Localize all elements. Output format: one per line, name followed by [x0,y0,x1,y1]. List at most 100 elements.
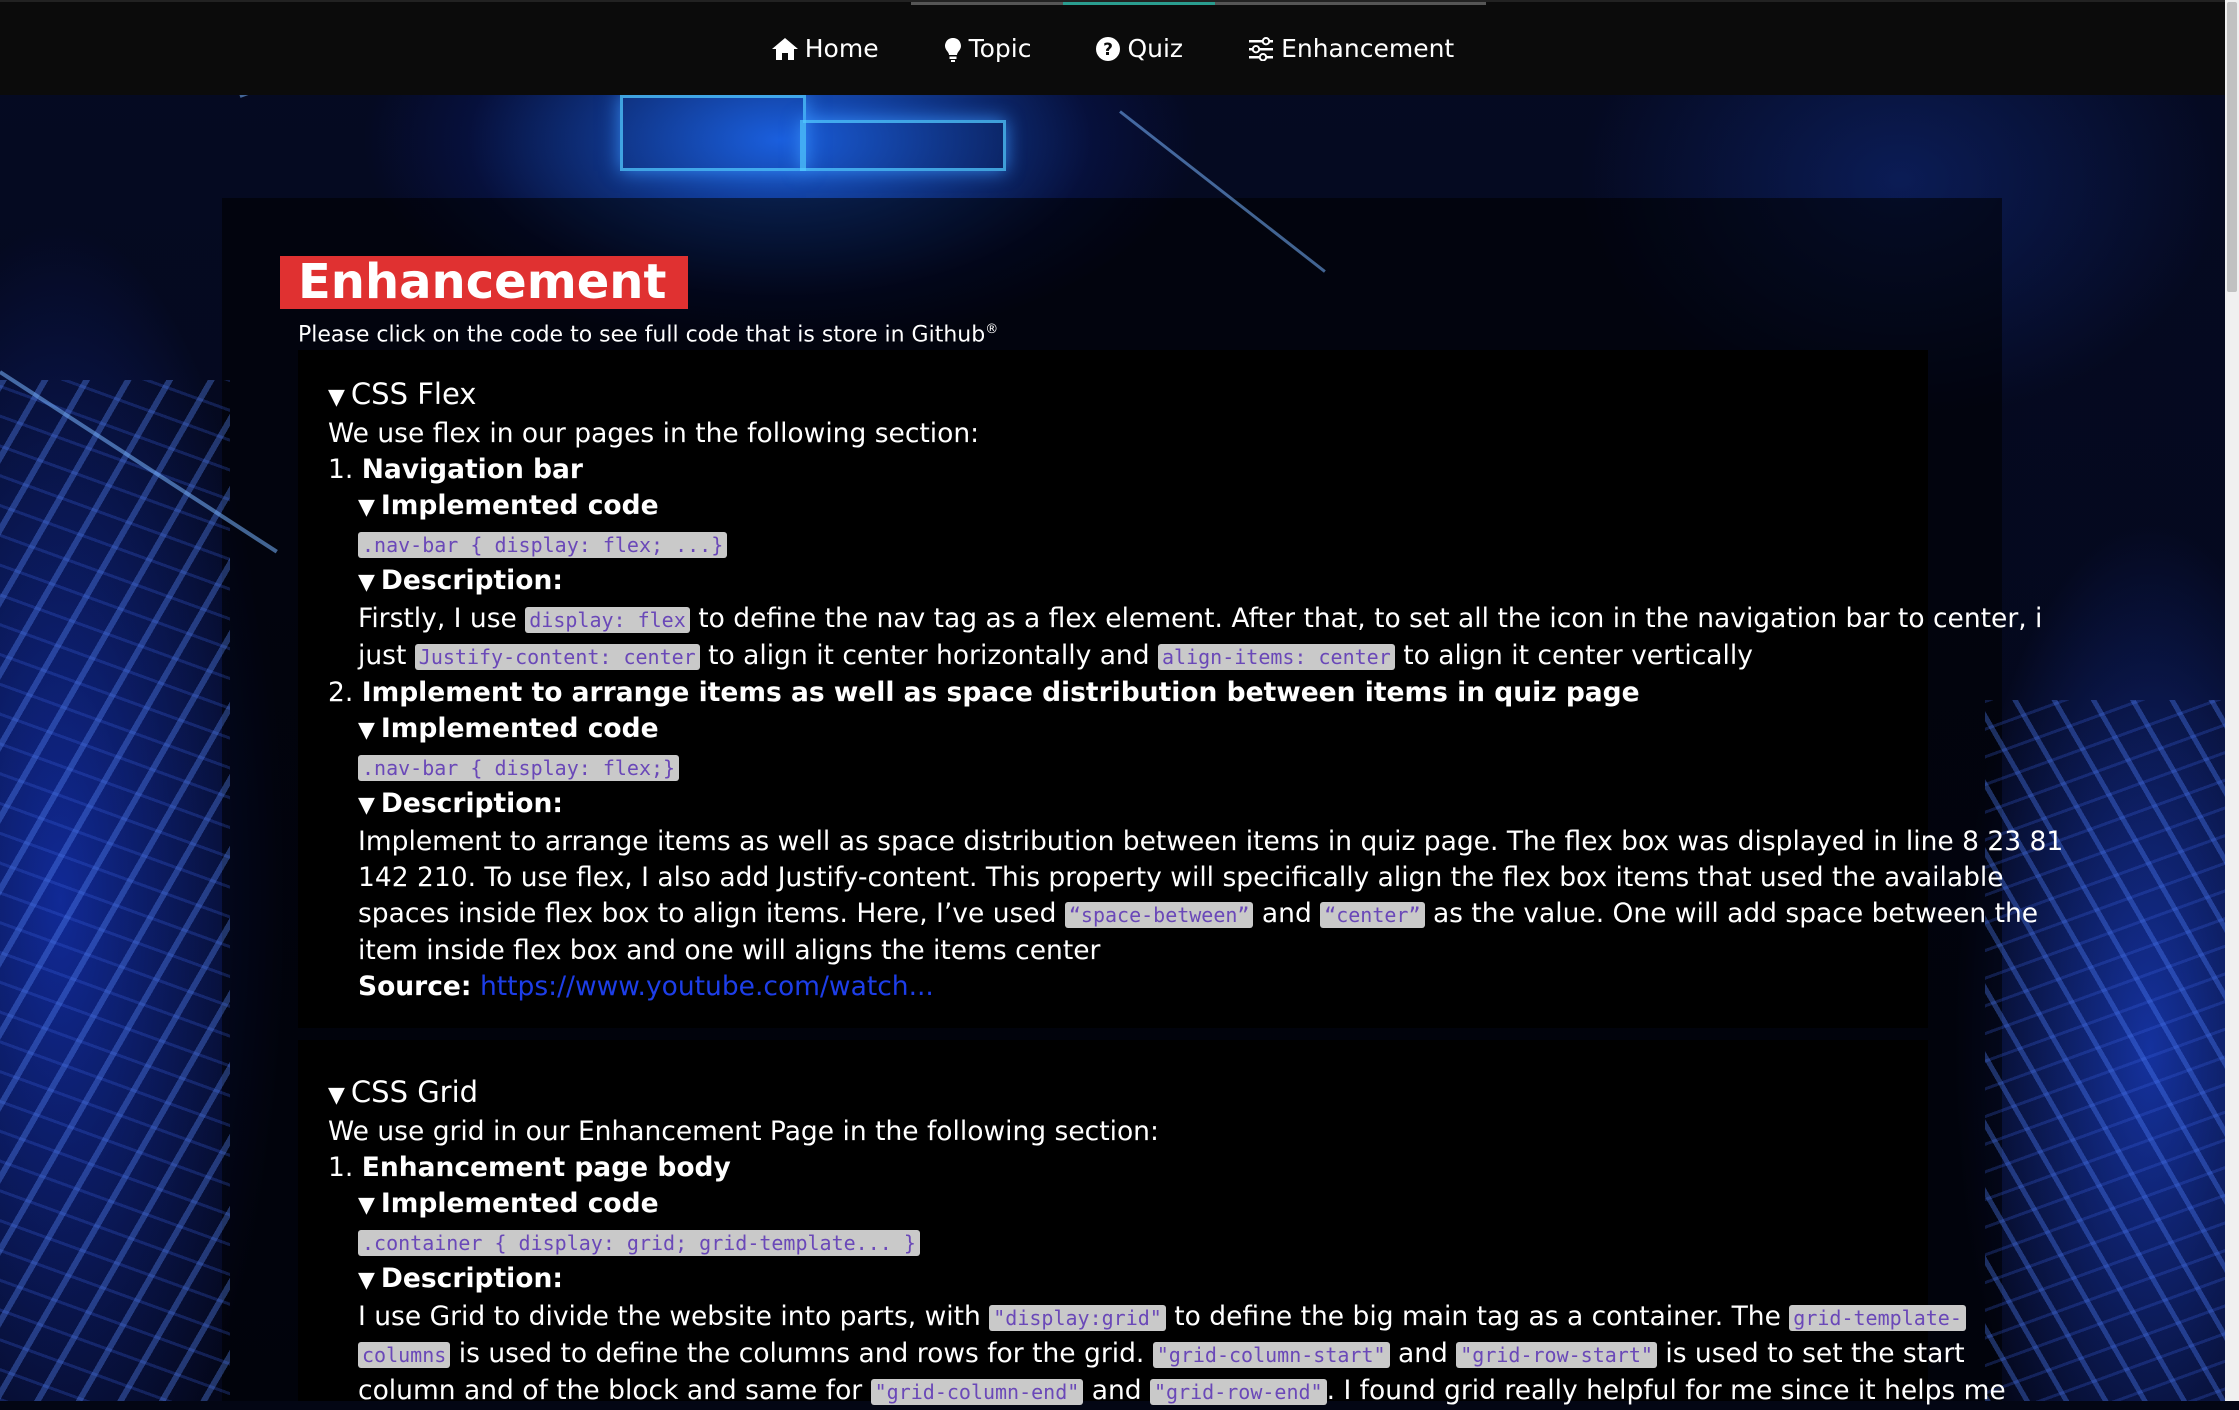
background-glow-box [800,120,1006,171]
nav-indicator [1063,2,1216,5]
list-item-title: 1. Navigation bar [328,452,1898,488]
list-item-title: 1. Enhancement page body [328,1150,1898,1186]
svg-text:?: ? [1104,40,1114,60]
text: as the value. One will add space between… [1424,898,2039,929]
list-number: 1. [328,454,354,485]
disclosure-triangle-icon: ▼ [358,495,375,520]
question-circle-icon: ? [1096,36,1121,61]
inline-code: “center” [1320,902,1425,928]
code-link[interactable]: .nav-bar { display: flex;} [358,755,680,781]
flex-summary[interactable]: ▼ CSS Flex [328,350,1898,416]
disclosure-triangle-icon: ▼ [358,570,375,595]
grid-intro: We use grid in our Enhancement Page in t… [328,1116,1159,1147]
scrollbar[interactable] [2225,0,2239,1401]
sliders-icon [1249,36,1274,61]
implemented-code-label: Implemented code [380,490,659,521]
text: just [358,640,415,671]
description-text: Implement to arrange items as well as sp… [358,826,2064,857]
description-text: column and of the block and same for "gr… [358,1373,2006,1410]
grid-summary[interactable]: ▼ CSS Grid [328,1040,1898,1114]
text: and [1083,1375,1151,1406]
source-label: Source: [358,971,472,1002]
code-link[interactable]: .container { display: grid; grid-templat… [358,1230,920,1256]
implemented-code-summary[interactable]: ▼ Implemented code [358,488,1898,526]
description-text: item inside flex box and one will aligns… [358,935,1101,966]
disclosure-triangle-icon: ▼ [358,1193,375,1218]
flex-section: ▼ CSS Flex We use flex in our pages in th… [298,350,2064,1028]
implemented-code-summary[interactable]: ▼ Implemented code [358,711,1898,749]
disclosure-triangle-icon: ▼ [358,793,375,818]
text: to define the nav tag as a flex element.… [689,603,2043,634]
nav-enhancement[interactable]: Enhancement [1215,2,1487,95]
list-item-heading: Navigation bar [361,454,583,485]
background-pattern-left [0,380,230,1401]
inline-code: "grid-column-end" [870,1379,1084,1405]
text: I use Grid to divide the website into pa… [358,1301,990,1332]
nav-home[interactable]: Home [739,2,911,95]
lightbulb-icon [944,37,961,62]
description-summary[interactable]: ▼ Description: [358,786,1898,824]
description-summary[interactable]: ▼ Description: [358,563,1898,601]
flex-intro: We use flex in our pages in the followin… [328,418,980,449]
list-item-heading: Enhancement page body [361,1152,731,1183]
disclosure-triangle-icon: ▼ [358,718,375,743]
background-glow-box [620,95,806,171]
inline-code: "grid-column-start" [1152,1342,1390,1368]
inline-code: display: flex [525,607,690,633]
text: column and of the block and same for [358,1375,871,1406]
description-label: Description: [380,565,563,596]
nav-topic-label: Topic [968,34,1032,63]
text: is used to define the columns and rows f… [450,1338,1153,1369]
implemented-code-label: Implemented code [380,713,659,744]
text: . I found grid really helpful for me sin… [1326,1375,2006,1406]
nav-home-label: Home [804,34,879,63]
navigation-bar: Home Topic ? Quiz Enhancement [0,0,2225,95]
nav-indicator [1215,2,1487,5]
code-link[interactable]: .nav-bar { display: flex; ...} [358,532,728,558]
disclosure-triangle-icon: ▼ [358,1268,375,1293]
description-text: I use Grid to divide the website into pa… [358,1299,1966,1336]
inline-code: align-items: center [1157,644,1395,670]
implemented-code-label: Implemented code [380,1188,659,1219]
nav-enhancement-label: Enhancement [1281,34,1455,63]
text: to align it center horizontally and [699,640,1158,671]
subtitle-text: Please click on the code to see full cod… [298,322,986,348]
nav-quiz[interactable]: ? Quiz [1063,2,1216,95]
inline-code: "display:grid" [989,1305,1166,1331]
scrollbar-thumb[interactable] [2227,2,2237,292]
text: to align it center vertically [1394,640,1753,671]
description-label: Description: [380,788,563,819]
nav-quiz-label: Quiz [1127,34,1184,63]
text: spaces inside flex box to align items. H… [358,898,1065,929]
flex-summary-label: CSS Flex [350,377,477,411]
source-line: Source: https://www.youtube.com/watch... [358,969,1898,1005]
description-text: 142 210. To use flex, I also add Justify… [358,862,2004,893]
inline-code: "grid-row-start" [1456,1342,1657,1368]
text: and [1389,1338,1457,1369]
description-label: Description: [380,1263,563,1294]
inline-code: “space-between” [1064,902,1254,928]
nav-indicator [910,2,1064,5]
home-icon [771,37,798,60]
description-text: spaces inside flex box to align items. H… [358,896,2038,933]
page-title: Enhancement [280,256,689,309]
disclosure-triangle-icon: ▼ [328,385,345,410]
description-summary[interactable]: ▼ Description: [358,1261,1898,1299]
source-link[interactable]: https://www.youtube.com/watch... [480,971,934,1002]
background-pattern-right [1985,700,2225,1401]
nav-topic[interactable]: Topic [910,2,1064,95]
text: to define the big main tag as a containe… [1165,1301,1790,1332]
implemented-code-summary[interactable]: ▼ Implemented code [358,1186,1898,1224]
text: Firstly, I use [358,603,526,634]
description-text: columns is used to define the columns an… [358,1336,1965,1373]
page-subtitle: Please click on the code to see full cod… [298,322,998,347]
disclosure-triangle-icon: ▼ [328,1083,345,1108]
description-text: Firstly, I use display: flex to define t… [358,601,2042,638]
description-text: just Justify-content: center to align it… [358,638,1898,675]
list-item-title: 2. Implement to arrange items as well as… [328,675,1898,711]
grid-section: ▼ CSS Grid We use grid in our Enhancement… [298,1040,2006,1406]
registered-mark: ® [985,322,999,337]
text: is used to set the start [1656,1338,1965,1369]
inline-code: columns [358,1342,451,1368]
list-number: 2. [328,677,354,708]
